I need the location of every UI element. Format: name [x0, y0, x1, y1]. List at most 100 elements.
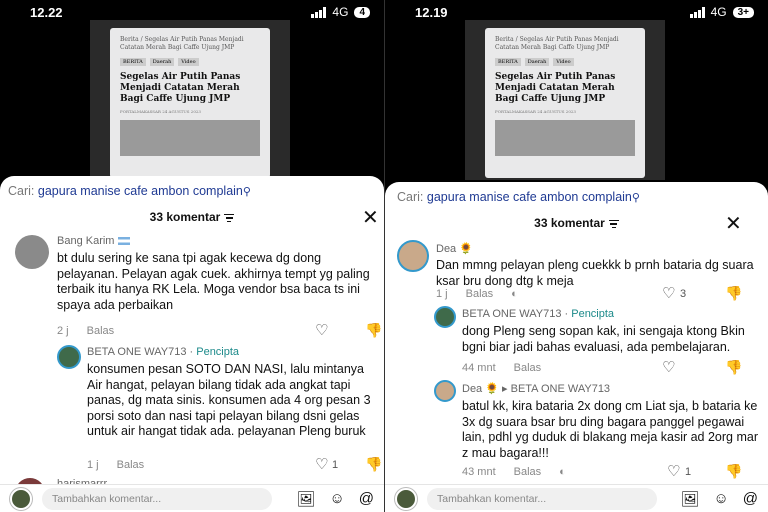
image-icon[interactable]: 🖼 [680, 490, 699, 508]
comment-meta: 44 mnt Balas [462, 362, 559, 374]
avatar[interactable] [434, 306, 456, 328]
comment-item: Bang Karim bt dulu sering ke sana tpi ag… [57, 235, 377, 313]
comment-author[interactable]: BETA ONE WAY713 [462, 308, 561, 320]
article-tag: BERITA [120, 58, 146, 66]
video-preview[interactable]: Berita / Segelas Air Putih Panas Menjadi… [90, 20, 290, 180]
like-count: 1 [332, 459, 339, 471]
comment-item: Dea 🌻 ▸ BETA ONE WAY713 batul kk, kira b… [462, 382, 762, 461]
avatar[interactable] [397, 240, 429, 272]
reply-button[interactable]: Balas [514, 466, 542, 478]
comment-time: 1 j [436, 288, 448, 300]
creator-reaction-icon: ◐ [511, 288, 518, 300]
article-crumb: Berita / Segelas Air Putih Panas Menjadi… [120, 36, 244, 51]
comment-meta: 1 j Balas [87, 459, 162, 471]
search-query[interactable]: gapura manise cafe ambon complain [38, 184, 243, 198]
comment-author[interactable]: Dea [462, 383, 482, 395]
article-crumb: Berita / Segelas Air Putih Panas Menjadi… [495, 36, 619, 51]
article-headline: Segelas Air Putih Panas Menjadi Catatan … [120, 72, 241, 104]
signal-icon [311, 6, 327, 18]
search-suggestion[interactable]: Cari: gapura manise cafe ambon complain⚲ [397, 190, 640, 204]
reply-button[interactable]: Balas [514, 362, 542, 374]
image-icon[interactable]: 🖼 [296, 490, 315, 508]
dislike-icon[interactable]: 👎 [725, 285, 742, 302]
reply-to-author[interactable]: BETA ONE WAY713 [511, 383, 610, 395]
comment-item: Dea 🌻 Dan mmng pelayan pleng cuekkk b pr… [436, 242, 756, 289]
comment-input[interactable]: Tambahkan komentar... [427, 487, 657, 510]
close-icon[interactable]: ✕ [725, 214, 742, 234]
like-icon[interactable]: ♡ [667, 462, 680, 480]
article-image [495, 120, 635, 156]
comment-input[interactable]: Tambahkan komentar... [42, 487, 272, 510]
emoji-icon[interactable]: ☺ [713, 490, 728, 508]
like-count: 1 [685, 466, 692, 478]
article-card: Berita / Segelas Air Putih Panas Menjadi… [110, 28, 270, 178]
mention-icon[interactable]: @ [359, 490, 374, 508]
sort-icon[interactable] [224, 212, 235, 225]
comment-count: 33 komentar [0, 210, 384, 224]
like-icon[interactable]: ♡ [315, 321, 328, 339]
avatar[interactable] [57, 345, 81, 369]
search-prefix: Cari: [8, 184, 35, 198]
comment-item: BETA ONE WAY713 · Pencipta konsumen pesa… [87, 346, 377, 440]
dislike-icon[interactable]: 👎 [365, 322, 382, 339]
dislike-icon[interactable]: 👎 [365, 456, 382, 473]
right-screen: 12.19 4G 3+ Berita / Segelas Air Putih P… [384, 0, 768, 512]
comment-author[interactable]: BETA ONE WAY713 [87, 346, 186, 358]
like-icon[interactable]: ♡ [662, 284, 675, 302]
comment-composer: Tambahkan komentar... 🖼 ☺ @ [0, 484, 384, 512]
status-time: 12.22 [30, 4, 63, 20]
close-icon[interactable]: ✕ [362, 208, 379, 228]
reply-arrow-icon: ▸ [502, 383, 508, 395]
battery-badge: 3+ [732, 6, 754, 18]
comment-count: 33 komentar [385, 216, 768, 230]
comment-time: 2 j [57, 325, 69, 337]
reply-button[interactable]: Balas [466, 288, 494, 300]
comment-meta: 43 mnt Balas ◐ [462, 466, 584, 478]
avatar [10, 487, 32, 510]
comment-text: dong Pleng seng sopan kak, ini sengaja k… [462, 324, 745, 354]
left-screen: 12.22 4G 4 Berita / Segelas Air Putih Pa… [0, 0, 384, 512]
avatar [395, 487, 417, 510]
comment-item: BETA ONE WAY713 · Pencipta dong Pleng se… [462, 308, 762, 355]
comment-author[interactable]: Dea [436, 243, 456, 255]
comment-count-label: 33 komentar [534, 216, 605, 230]
search-suggestion[interactable]: Cari: gapura manise cafe ambon complain⚲ [8, 184, 251, 198]
dislike-icon[interactable]: 👎 [725, 463, 742, 480]
flag-icon [117, 237, 130, 246]
article-meta: PORTALMAKASSAR 24 AGUSTUS 2023 [495, 109, 576, 114]
emoji-icon[interactable]: ☺ [329, 490, 344, 508]
comment-meta: 1 j Balas ◐ [436, 288, 536, 300]
avatar[interactable] [434, 380, 456, 402]
network-label: 4G [710, 5, 727, 19]
article-tag: Daerah [524, 58, 550, 66]
article-headline: Segelas Air Putih Panas Menjadi Catatan … [495, 72, 616, 104]
sort-icon[interactable] [608, 218, 619, 231]
article-tag: Video [178, 58, 199, 66]
video-preview[interactable]: Berita / Segelas Air Putih Panas Menjadi… [465, 20, 665, 180]
article-image [120, 120, 260, 156]
like-icon[interactable]: ♡ [315, 455, 328, 473]
search-icon: ⚲ [631, 192, 640, 204]
comment-time: 44 mnt [462, 362, 496, 374]
comment-composer: Tambahkan komentar... 🖼 ☺ @ [385, 484, 768, 512]
creator-reaction-icon: ◐ [559, 466, 566, 478]
signal-icon [689, 6, 705, 18]
reply-button[interactable]: Balas [117, 459, 145, 471]
mention-icon[interactable]: @ [743, 490, 758, 508]
like-icon[interactable]: ♡ [662, 358, 675, 376]
comment-count-label: 33 komentar [149, 210, 221, 224]
reply-button[interactable]: Balas [87, 325, 115, 337]
comment-time: 43 mnt [462, 466, 496, 478]
avatar[interactable] [15, 235, 49, 269]
comment-text: batul kk, kira bataria 2x dong cm Liat s… [462, 399, 759, 460]
comment-text: bt dulu sering ke sana tpi agak kecewa d… [57, 251, 370, 312]
sunflower-icon: 🌻 [459, 243, 473, 255]
dislike-icon[interactable]: 👎 [725, 359, 742, 376]
network-label: 4G [332, 5, 349, 19]
like-count: 3 [680, 288, 687, 300]
comment-author[interactable]: Bang Karim [57, 235, 114, 247]
search-query[interactable]: gapura manise cafe ambon complain [427, 190, 632, 204]
creator-tag: Pencipta [196, 346, 240, 358]
article-tag: Video [553, 58, 574, 66]
search-prefix: Cari: [397, 190, 424, 204]
